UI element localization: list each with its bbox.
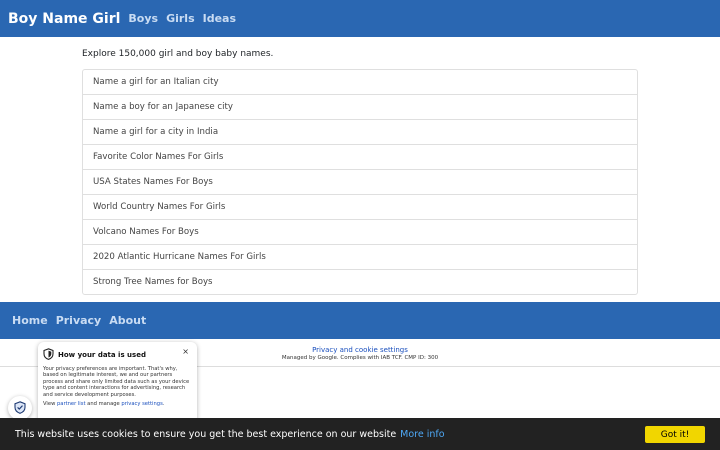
top-navbar: Boy Name Girl Boys Girls Ideas [0, 0, 720, 37]
list-item[interactable]: 2020 Atlantic Hurricane Names For Girls [83, 245, 637, 270]
list-item[interactable]: Name a girl for a city in India [83, 120, 637, 145]
privacy-settings-button[interactable] [8, 396, 32, 420]
cookie-accept-button[interactable]: Got it! [645, 426, 705, 443]
privacy-popup: How your data is used × Your privacy pre… [38, 342, 197, 423]
nav-link-boys[interactable]: Boys [128, 12, 158, 25]
footer-period: . [162, 401, 165, 408]
nav-link-ideas[interactable]: Ideas [203, 12, 236, 25]
partner-list-link[interactable]: partner list [57, 401, 86, 407]
nav-link-girls[interactable]: Girls [166, 12, 195, 25]
list-item[interactable]: World Country Names For Girls [83, 195, 637, 220]
list-item[interactable]: Name a boy for an Japanese city [83, 95, 637, 120]
cookie-consent-bar: This website uses cookies to ensure you … [0, 418, 720, 450]
cookie-more-info-link[interactable]: More info [400, 429, 444, 440]
popup-title: How your data is used [58, 351, 146, 359]
popup-footer: View partner list and manage privacy set… [43, 401, 192, 407]
list-item[interactable]: Favorite Color Names For Girls [83, 145, 637, 170]
manage-text: and manage [87, 401, 120, 408]
list-item[interactable]: Strong Tree Names for Boys [83, 270, 637, 294]
footer-link-home[interactable]: Home [12, 314, 48, 327]
cookie-message: This website uses cookies to ensure you … [15, 428, 397, 440]
shield-check-icon [14, 399, 26, 418]
footer-link-privacy[interactable]: Privacy [56, 314, 102, 327]
list-item[interactable]: Volcano Names For Boys [83, 220, 637, 245]
intro-text: Explore 150,000 girl and boy baby names. [82, 49, 274, 59]
popup-body: Your privacy preferences are important. … [43, 366, 190, 398]
footer-link-about[interactable]: About [109, 314, 146, 327]
site-brand[interactable]: Boy Name Girl [8, 11, 120, 27]
view-prefix: View [43, 401, 56, 408]
list-item[interactable]: USA States Names For Boys [83, 170, 637, 195]
name-ideas-list: Name a girl for an Italian city Name a b… [82, 69, 638, 295]
close-icon[interactable]: × [182, 347, 189, 356]
list-item[interactable]: Name a girl for an Italian city [83, 70, 637, 95]
footer-nav: Home Privacy About [0, 302, 720, 339]
privacy-settings-link[interactable]: privacy settings [121, 401, 162, 407]
popup-header: How your data is used [43, 348, 192, 362]
shield-icon [43, 348, 54, 362]
